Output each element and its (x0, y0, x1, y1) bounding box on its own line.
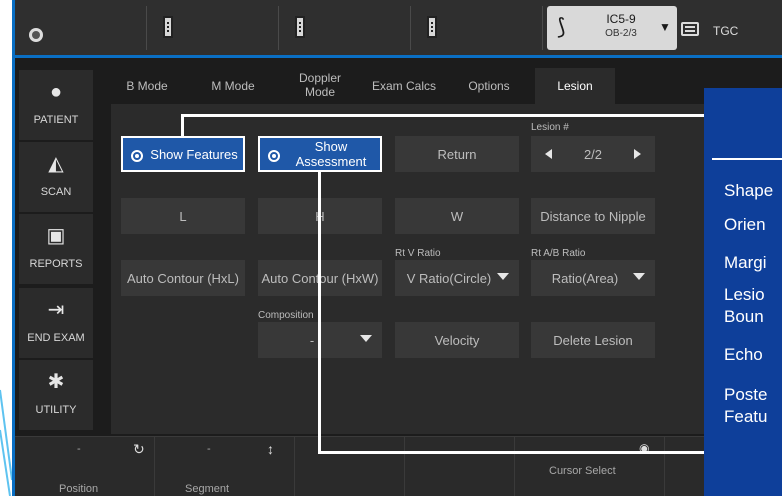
probe-icon: ⟆ (557, 14, 566, 39)
rt-v-ratio-label: Rt V Ratio (395, 248, 441, 259)
probe-slot-1[interactable] (149, 6, 279, 50)
gear-icon: ✱ (47, 371, 65, 393)
show-features-label: Show Features (150, 146, 238, 162)
chevron-left-icon[interactable] (545, 149, 552, 159)
active-probe-selector[interactable]: ⟆ IC5-9 OB-2/3 ▼ (547, 6, 677, 50)
patient-icon: ● (49, 81, 63, 103)
callout-item: Echo (724, 345, 763, 364)
probe-connector-icon (163, 16, 173, 38)
nav-label: UTILITY (35, 404, 77, 416)
position-knob[interactable]: - Position ↻ (15, 437, 155, 496)
lesion-panel: Show Features Show Assessment Return Les… (111, 104, 711, 434)
nav-scan[interactable]: ◭ SCAN (19, 142, 93, 212)
home-icon[interactable] (29, 28, 43, 42)
callout-item: Poste (724, 385, 768, 404)
tab-lesion[interactable]: Lesion (535, 68, 615, 104)
lesion-number-label: Lesion # (531, 122, 569, 133)
rt-ab-ratio-label: Rt A/B Ratio (531, 248, 586, 259)
segment-label: Segment (185, 483, 230, 495)
show-assessment-button[interactable]: Show Assessment (258, 136, 382, 172)
reports-icon: ▣ (46, 225, 66, 247)
tgc-icon[interactable] (681, 22, 699, 36)
bottom-bar: - Position ↻ - Segment ↕ Cursor Select ◉ (15, 436, 782, 496)
tab-options[interactable]: Options (455, 68, 523, 104)
position-value: - (77, 443, 81, 455)
rt-v-ratio-select[interactable]: V Ratio(Circle) (395, 260, 519, 296)
scan-icon: ◭ (48, 153, 64, 175)
tab-b-mode[interactable]: B Mode (115, 68, 179, 104)
segment-value: - (207, 443, 211, 455)
probe-connector-icon (295, 16, 305, 38)
tgc-label[interactable]: TGC (713, 24, 738, 38)
segment-knob[interactable]: - Segment ↕ (155, 437, 295, 496)
auto-contour-hxl-button[interactable]: Auto Contour (HxL) (121, 260, 245, 296)
lesion-number-value: 2/2 (583, 146, 603, 162)
measure-w-button[interactable]: W (395, 198, 519, 234)
cursor-select-knob[interactable]: Cursor Select ◉ (515, 437, 665, 496)
delete-lesion-button[interactable]: Delete Lesion (531, 322, 655, 358)
chevron-right-icon[interactable] (634, 149, 641, 159)
nav-label: END EXAM (27, 332, 85, 344)
top-bar: ⟆ IC5-9 OB-2/3 ▼ TGC (15, 0, 782, 58)
assessment-callout: Shape Orien Margi Lesio Boun Echo Poste … (704, 88, 782, 496)
position-label: Position (59, 483, 99, 495)
return-button[interactable]: Return (395, 136, 519, 172)
measure-l-button[interactable]: L (121, 198, 245, 234)
probe-name: IC5-9 (606, 12, 636, 26)
tab-doppler-mode[interactable]: Doppler Mode (285, 68, 355, 104)
ultrasound-screen: ⟆ IC5-9 OB-2/3 ▼ TGC ● PATIENT ◭ SCAN ▣ … (12, 0, 782, 496)
nav-utility[interactable]: ✱ UTILITY (19, 360, 93, 430)
callout-item: Margi (724, 253, 767, 272)
radio-icon (131, 150, 143, 162)
rt-ab-ratio-select[interactable]: Ratio(Area) (531, 260, 655, 296)
tab-m-mode[interactable]: M Mode (201, 68, 265, 104)
rotate-icon: ↻ (133, 441, 145, 457)
composition-value: - (309, 332, 315, 348)
probe-slot-3[interactable] (413, 6, 543, 50)
end-exam-icon: ⇥ (47, 299, 65, 321)
nav-label: REPORTS (29, 258, 83, 270)
nav-reports[interactable]: ▣ REPORTS (19, 214, 93, 284)
show-assessment-label: Show Assessment (295, 139, 367, 169)
probe-connector-icon (427, 16, 437, 38)
nav-patient[interactable]: ● PATIENT (19, 70, 93, 140)
probe-slot-2[interactable] (281, 6, 411, 50)
callout-item: Boun (724, 307, 764, 326)
callout-item: Shape (724, 181, 774, 200)
tab-exam-calcs[interactable]: Exam Calcs (369, 68, 439, 104)
callout-item: Lesio (724, 285, 765, 304)
home-slot[interactable] (15, 6, 147, 50)
chevron-down-icon[interactable]: ▼ (659, 20, 671, 34)
chevron-down-icon (633, 273, 645, 280)
callout-item: Featu (724, 407, 768, 426)
radio-icon (268, 150, 280, 162)
callout-divider (712, 158, 782, 160)
up-down-icon: ↕ (267, 441, 274, 457)
decorative-lines (0, 389, 12, 496)
connector-line-features (181, 114, 184, 136)
distance-to-nipple-button[interactable]: Distance to Nipple (531, 198, 655, 234)
lesion-number-stepper[interactable]: 2/2 (531, 136, 655, 172)
nav-label: PATIENT (33, 114, 79, 126)
nav-label: SCAN (40, 186, 72, 198)
velocity-button[interactable]: Velocity (395, 322, 519, 358)
bottom-cell-3[interactable] (295, 437, 405, 496)
rt-ab-ratio-value: Ratio(Area) (551, 270, 619, 286)
callout-item: Orien (724, 215, 766, 234)
left-nav: ● PATIENT ◭ SCAN ▣ REPORTS ⇥ END EXAM ✱ … (15, 70, 95, 436)
chevron-down-icon (497, 273, 509, 280)
rt-v-ratio-value: V Ratio(Circle) (406, 270, 492, 286)
connector-line-assessment (318, 170, 321, 454)
nav-end-exam[interactable]: ⇥ END EXAM (19, 288, 93, 358)
composition-label: Composition (258, 310, 314, 321)
bottom-cell-4[interactable] (405, 437, 515, 496)
probe-preset: OB-2/3 (605, 28, 637, 39)
connector-line-bottom (318, 451, 711, 454)
chevron-down-icon (360, 335, 372, 342)
cursor-select-label: Cursor Select (549, 465, 616, 477)
show-features-button[interactable]: Show Features (121, 136, 245, 172)
connector-line-top (181, 114, 711, 117)
